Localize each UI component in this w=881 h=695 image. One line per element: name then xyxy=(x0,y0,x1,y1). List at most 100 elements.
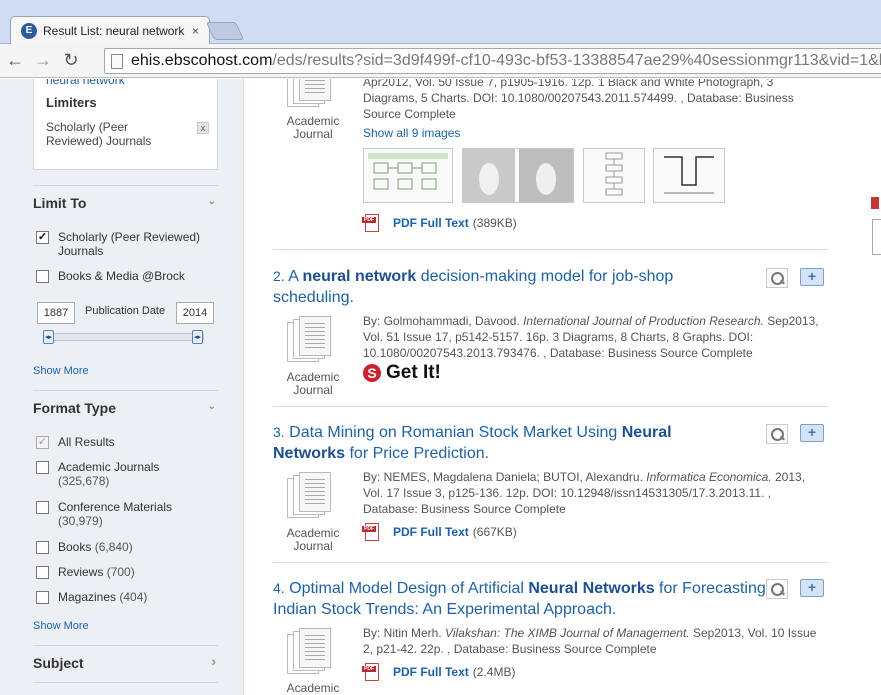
add-to-folder-icon[interactable]: + xyxy=(800,579,824,597)
format-reviews-option[interactable]: Reviews (700) xyxy=(36,565,135,579)
academic-journal-icon[interactable] xyxy=(287,79,331,107)
address-bar[interactable]: ehis.ebscohost.com/eds/results?sid=3d9f4… xyxy=(104,48,881,74)
checkbox-magazines[interactable] xyxy=(36,591,49,604)
new-tab-button[interactable] xyxy=(205,22,245,40)
browser-tab[interactable]: E Result List: neural network × xyxy=(10,16,210,44)
title-highlight: Neural Networks xyxy=(528,580,655,597)
preview-magnifier-icon[interactable] xyxy=(766,268,788,288)
preview-magnifier-icon[interactable] xyxy=(766,424,788,444)
subject-heading[interactable]: Subject › xyxy=(33,645,218,671)
title-text: A xyxy=(288,268,303,285)
limit-scholarly-option[interactable]: ✓ Scholarly (Peer Reviewed) Journals xyxy=(36,230,208,258)
result-4-title[interactable]: 4. Optimal Model Design of Artificial Ne… xyxy=(273,578,773,620)
format-all-results-option[interactable]: ✓ All Results xyxy=(36,435,115,449)
back-icon[interactable]: ← xyxy=(2,48,28,74)
date-to-input[interactable]: 2014 xyxy=(176,302,214,324)
format-type-heading[interactable]: Format Type ⌄ xyxy=(33,390,218,416)
academic-journal-icon[interactable] xyxy=(287,472,331,518)
result-2-title[interactable]: 2. A neural network decision-making mode… xyxy=(273,266,753,308)
result-source[interactable]: International Journal of Production Rese… xyxy=(523,314,764,328)
current-limiters-box: neural network Limiters Scholarly (Peer … xyxy=(33,79,218,170)
publication-type: Academic xyxy=(286,681,340,695)
page-icon xyxy=(111,53,123,69)
speaker-icon[interactable] xyxy=(871,197,879,209)
result-4-details: By: Nitin Merh. Vilakshan: The XIMB Jour… xyxy=(363,625,825,657)
result-3-title[interactable]: 3. Data Mining on Romanian Stock Market … xyxy=(273,422,733,464)
pdf-icon: PDF xyxy=(362,663,381,681)
pdf-full-text-label: PDF Full Text xyxy=(393,525,469,539)
image-thumbnail[interactable] xyxy=(653,148,725,203)
facet-sidebar: neural network Limiters Scholarly (Peer … xyxy=(0,79,244,695)
browser-tab-strip: E Result List: neural network × xyxy=(0,0,881,44)
publication-type: Academic Journal xyxy=(286,370,340,397)
checkbox-reviews[interactable] xyxy=(36,566,49,579)
option-label: Reviews xyxy=(58,565,104,579)
result-2-details: By: Golmohammadi, Davood. International … xyxy=(363,313,825,361)
option-count: (30,979) xyxy=(58,514,103,528)
option-label: Magazines xyxy=(58,590,117,604)
checkbox-books[interactable] xyxy=(36,541,49,554)
format-books-option[interactable]: Books (6,840) xyxy=(36,540,133,554)
image-thumbnail[interactable] xyxy=(583,148,645,203)
remove-limiter-icon[interactable]: x xyxy=(197,122,209,134)
chevron-down-icon: ⌄ xyxy=(207,401,216,412)
option-label: Books & Media @Brock xyxy=(58,269,185,283)
option-count: (6,840) xyxy=(94,540,133,554)
result-number: 2. xyxy=(273,268,285,284)
result-4-pdf-link[interactable]: PDF PDF Full Text (2.4MB) xyxy=(362,663,515,681)
date-from-input[interactable]: 1887 xyxy=(37,302,75,324)
academic-journal-icon[interactable] xyxy=(287,316,331,362)
checkbox-academic-journals[interactable] xyxy=(36,461,49,474)
date-slider-track[interactable] xyxy=(44,333,204,341)
limit-to-show-more-link[interactable]: Show More xyxy=(33,365,89,377)
format-academic-journals-option[interactable]: Academic Journals (325,678) xyxy=(36,460,159,488)
format-magazines-option[interactable]: Magazines (404) xyxy=(36,590,147,604)
tab-title: Result List: neural network xyxy=(43,23,185,38)
academic-journal-icon[interactable] xyxy=(287,628,331,674)
image-thumbnail[interactable] xyxy=(462,148,574,203)
ebsco-favicon-icon: E xyxy=(21,22,37,39)
results-list: Academic Journal Apr2012, Vol. 50 Issue … xyxy=(245,79,867,695)
format-type-label: Format Type xyxy=(33,400,116,416)
image-thumbnail[interactable] xyxy=(363,148,453,203)
format-show-more-link[interactable]: Show More xyxy=(33,620,89,632)
get-it-button[interactable]: S Get It! xyxy=(363,362,441,384)
limit-books-media-option[interactable]: Books & Media @Brock xyxy=(36,269,185,283)
result-divider xyxy=(273,249,829,250)
result-divider xyxy=(273,406,829,407)
result-authors: By: Nitin Merh. xyxy=(363,626,442,640)
forward-icon[interactable]: → xyxy=(30,48,56,74)
result-3-pdf-link[interactable]: PDF PDF Full Text (667KB) xyxy=(362,523,517,541)
get-it-label: Get It! xyxy=(386,362,441,383)
add-to-folder-icon[interactable]: + xyxy=(800,268,824,286)
option-label: Academic Journals xyxy=(58,460,160,474)
add-to-folder-icon[interactable]: + xyxy=(800,424,824,442)
option-label: Conference Materials xyxy=(58,500,173,514)
limit-to-heading[interactable]: Limit To ⌄ xyxy=(33,185,218,211)
date-slider-right-handle[interactable]: ◂▸ xyxy=(192,330,203,344)
browser-toolbar: ← → ↻ ehis.ebscohost.com/eds/results?sid… xyxy=(0,44,881,78)
show-all-images-link[interactable]: Show all 9 images xyxy=(363,126,460,140)
details-line: Diagrams, 5 Charts. DOI: 10.1080/0020754… xyxy=(363,91,794,105)
checkbox-all-results[interactable]: ✓ xyxy=(36,436,49,449)
result-1-pdf-link[interactable]: PDF PDF Full Text (389KB) xyxy=(362,214,517,232)
preview-magnifier-icon[interactable] xyxy=(766,579,788,599)
title-text: Optimal Model Design of Artificial xyxy=(289,580,529,597)
option-label: Books xyxy=(58,540,92,554)
reload-icon[interactable]: ↻ xyxy=(58,48,84,74)
result-1-details: Apr2012, Vol. 50 Issue 7, p1905-1916. 12… xyxy=(363,79,825,122)
right-panel-box[interactable] xyxy=(872,219,881,255)
checkbox-conference-materials[interactable] xyxy=(36,501,49,514)
checkbox-scholarly[interactable]: ✓ xyxy=(36,231,49,244)
pdf-icon: PDF xyxy=(362,214,381,232)
result-source[interactable]: Informatica Economica. xyxy=(646,470,771,484)
close-tab-icon[interactable]: × xyxy=(192,24,199,38)
option-count: (325,678) xyxy=(58,474,110,488)
result-3-details: By: NEMES, Magdalena Daniela; BUTOI, Ale… xyxy=(363,469,825,517)
result-source[interactable]: Vilakshan: The XIMB Journal of Managemen… xyxy=(445,626,690,640)
date-slider-left-handle[interactable]: ◂▸ xyxy=(43,330,54,344)
search-term-link[interactable]: neural network xyxy=(46,79,125,87)
checkbox-books-media[interactable] xyxy=(36,270,49,283)
next-facet-heading[interactable] xyxy=(33,682,218,695)
format-conference-materials-option[interactable]: Conference Materials (30,979) xyxy=(36,500,172,528)
